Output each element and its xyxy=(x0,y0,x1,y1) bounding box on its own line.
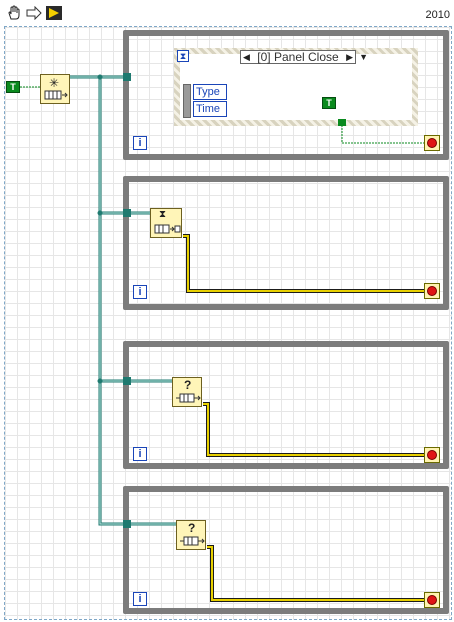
obtain-queue-node[interactable]: ✳ xyxy=(40,74,70,104)
chevron-down-icon[interactable]: ▼ xyxy=(359,52,368,62)
stop-icon xyxy=(427,450,437,460)
chevron-right-icon[interactable]: ▶ xyxy=(346,52,353,63)
stop-terminal[interactable] xyxy=(424,447,440,463)
hourglass-icon: ⧗ xyxy=(177,50,189,62)
while-loop-release[interactable] xyxy=(123,176,449,310)
while-loop-dequeue[interactable] xyxy=(123,486,449,614)
queue-tunnel xyxy=(123,377,131,385)
iteration-terminal: i xyxy=(133,447,147,461)
release-icon: ⧗ xyxy=(159,209,167,220)
queue-tunnel xyxy=(123,520,131,528)
release-queue-node[interactable]: ⧗ xyxy=(150,208,182,238)
stop-icon xyxy=(427,286,437,296)
preview-queue-node[interactable]: ? xyxy=(172,377,202,407)
boolean-true-constant-inner[interactable]: T xyxy=(322,97,336,109)
case-selector-label: [0] Panel Close xyxy=(257,50,339,64)
stop-terminal[interactable] xyxy=(424,592,440,608)
dequeue-node[interactable]: ? xyxy=(176,520,206,550)
iteration-terminal: i xyxy=(133,285,147,299)
queue-tunnel xyxy=(123,209,131,217)
question-icon: ? xyxy=(184,378,192,392)
boolean-tunnel xyxy=(338,119,346,126)
chevron-left-icon[interactable]: ◀ xyxy=(243,52,250,63)
stop-terminal[interactable] xyxy=(424,135,440,151)
event-data-type[interactable]: Type xyxy=(193,84,227,100)
event-data-time[interactable]: Time xyxy=(193,101,227,117)
stop-icon xyxy=(427,138,437,148)
stop-terminal[interactable] xyxy=(424,283,440,299)
event-data-node[interactable]: Type Time xyxy=(183,84,227,118)
queue-tunnel xyxy=(123,73,131,81)
obtain-icon: ✳ xyxy=(49,76,60,90)
boolean-true-constant[interactable]: T xyxy=(6,81,20,93)
event-case-selector[interactable]: ◀ [0] Panel Close ▶ ▼ xyxy=(240,50,368,64)
question-icon: ? xyxy=(188,521,196,535)
iteration-terminal: i xyxy=(133,592,147,606)
iteration-terminal: i xyxy=(133,136,147,150)
stop-icon xyxy=(427,595,437,605)
